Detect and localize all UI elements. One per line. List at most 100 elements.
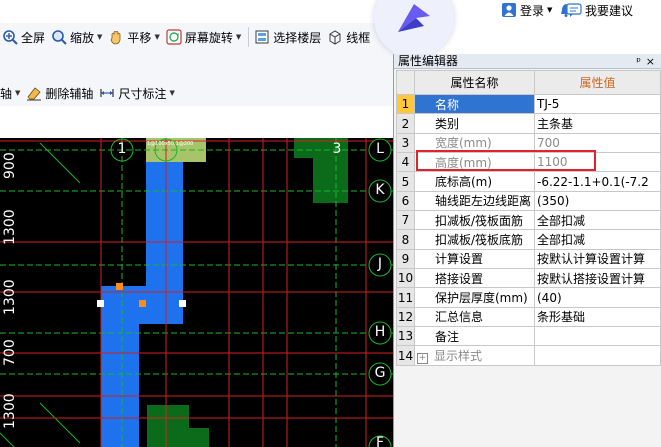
pan-label: 平移 [127, 30, 152, 45]
expand-plus-icon[interactable]: + [417, 353, 428, 365]
grip-handle[interactable] [97, 300, 104, 307]
property-value-input[interactable]: 按默认计算设置计算 [534, 248, 661, 270]
property-value-input[interactable]: 按默认搭接设置计算 [534, 268, 661, 289]
property-name: 扣减板/筏板底筋 [414, 229, 535, 250]
grid-header-row: 属性名称 属性值 [396, 70, 661, 95]
grip-handle[interactable] [139, 300, 146, 307]
property-row[interactable]: 5 底标高(m) -6.22-1.1+0.1(-7.2 [396, 171, 661, 192]
panel-title: 属性编辑器 [398, 54, 459, 68]
user-icon [502, 3, 516, 17]
dimension-button[interactable]: 尺寸标注 ▼ [97, 81, 178, 105]
property-value-input[interactable]: TJ-5 [534, 93, 661, 115]
plan-drawing[interactable] [0, 138, 393, 447]
login-link[interactable]: 登录 ▼ [502, 0, 572, 20]
dimension-label: 1300 [2, 209, 18, 245]
property-row[interactable]: 3 宽度(mm) 700 [396, 132, 661, 154]
dimension-label: 1300 [2, 279, 18, 315]
foundation-block[interactable] [147, 405, 189, 447]
chevron-down-icon: ▼ [547, 6, 553, 14]
delete-aux-axis-button[interactable]: 删除辅轴 [24, 81, 97, 105]
axis-toolbar: 轴 ▼ 删除辅轴 尺寸标注 ▼ [0, 80, 393, 106]
axis-label: 轴 [0, 86, 13, 101]
axis-bubble-label: F [375, 435, 385, 447]
property-editor-panel: 属性编辑器 ᵖ × 属性名称 属性值 1 名称 TJ-5 2 类别 主条基 3 … [393, 54, 661, 447]
row-number: 13 [396, 326, 415, 347]
chevron-down-icon: ▼ [97, 33, 103, 41]
pan-button[interactable]: 平移 ▼ [106, 25, 163, 49]
row-number: 12 [396, 306, 415, 328]
property-row[interactable]: 1 名称 TJ-5 [396, 93, 661, 115]
axis-button[interactable]: 轴 ▼ [0, 81, 24, 105]
wireframe-label: 线框 [346, 30, 371, 45]
chat-bubble-icon [566, 3, 582, 17]
grip-handle[interactable] [179, 300, 186, 307]
row-number: 2 [396, 113, 415, 134]
feedback-link[interactable]: 我要建议 [566, 0, 633, 20]
property-value-input[interactable]: 全部扣减 [534, 229, 661, 250]
login-label: 登录 [520, 3, 545, 18]
wireframe-cube-icon [327, 29, 343, 45]
property-row[interactable]: 6 轴线距左边线距离 (350) [396, 190, 661, 212]
property-name: 底标高(m) [414, 171, 535, 192]
property-value-input[interactable] [534, 326, 661, 347]
select-floor-label: 选择楼层 [273, 30, 322, 45]
property-value-input[interactable]: 700 [534, 132, 661, 154]
property-name-group[interactable]: + 显示样式 [414, 345, 535, 366]
row-number: 6 [396, 190, 415, 212]
wireframe-button[interactable]: 线框 [325, 25, 374, 49]
row-number: 14 [396, 345, 415, 366]
pin-icon[interactable]: ᵖ [636, 54, 641, 69]
hand-icon [108, 29, 124, 45]
property-value-input[interactable]: -6.22-1.1+0.1(-7.2 [534, 171, 661, 192]
property-row[interactable]: 9 计算设置 按默认计算设置计算 [396, 248, 661, 270]
dimension-label: 700 [2, 339, 18, 367]
property-value-input[interactable] [534, 345, 661, 366]
property-row[interactable]: 12 汇总信息 条形基础 [396, 306, 661, 328]
rotate-screen-button[interactable]: 屏幕旋转 ▼ [164, 25, 245, 49]
property-row[interactable]: 7 扣减板/筏板面筋 全部扣减 [396, 210, 661, 231]
property-value-input[interactable]: 条形基础 [534, 306, 661, 328]
property-name: 汇总信息 [414, 306, 535, 328]
property-value-input[interactable]: (40) [534, 287, 661, 308]
axis-bubble-label: K [375, 182, 385, 198]
zoom-label: 缩放 [70, 30, 95, 45]
feather-logo-icon [398, 4, 430, 32]
axis-bubble-label: 3 [332, 141, 342, 157]
select-floor-button[interactable]: 选择楼层 [252, 25, 325, 49]
drawing-canvas[interactable]: 1@100x50,1@200 1 3 L K J H G F 900 1300 … [0, 138, 393, 447]
close-icon[interactable]: × [646, 54, 655, 69]
property-name: 类别 [414, 113, 535, 134]
rotate-screen-icon [166, 29, 182, 45]
property-name: 搭接设置 [414, 268, 535, 289]
dimension-label: 尺寸标注 [118, 86, 167, 101]
property-row[interactable]: 8 扣减板/筏板底筋 全部扣减 [396, 229, 661, 250]
property-row[interactable]: 2 类别 主条基 [396, 113, 661, 134]
zoom-button[interactable]: 缩放 ▼ [49, 25, 106, 49]
property-value-input[interactable]: 全部扣减 [534, 210, 661, 231]
delete-aux-axis-label: 删除辅轴 [45, 86, 94, 101]
property-row[interactable]: 13 备注 [396, 326, 661, 347]
chevron-down-icon: ▼ [235, 33, 242, 41]
property-value-input[interactable]: (350) [534, 190, 661, 212]
property-row[interactable]: 10 搭接设置 按默认搭接设置计算 [396, 268, 661, 289]
toolbar-band [0, 51, 393, 80]
dimension-label: 900 [2, 152, 18, 180]
guide-line [39, 142, 81, 184]
dimension-icon [99, 85, 115, 101]
grip-handle[interactable] [116, 283, 123, 290]
guide-line [39, 402, 81, 444]
property-value-input[interactable]: 1100 [534, 152, 661, 173]
row-number: 9 [396, 248, 415, 270]
row-number: 8 [396, 229, 415, 250]
toolbar-divider [248, 27, 250, 47]
axis-bubble-label: 1 [117, 141, 127, 157]
property-row[interactable]: 4 高度(mm) 1100 [396, 152, 661, 173]
property-row[interactable]: 14 + 显示样式 [396, 345, 661, 366]
foundation-block[interactable] [189, 428, 209, 447]
fullscreen-button[interactable]: 全屏 [0, 25, 49, 49]
main-toolbar: 全屏 缩放 ▼ 平移 ▼ 屏幕旋转 ▼ 选择楼层 线框 [0, 23, 393, 51]
property-value-input[interactable]: 主条基 [534, 113, 661, 134]
property-name-header: 属性名称 [414, 70, 535, 95]
property-row[interactable]: 11 保护层厚度(mm) (40) [396, 287, 661, 308]
foundation-small-label: 1@100x50,1@200 [147, 141, 194, 147]
